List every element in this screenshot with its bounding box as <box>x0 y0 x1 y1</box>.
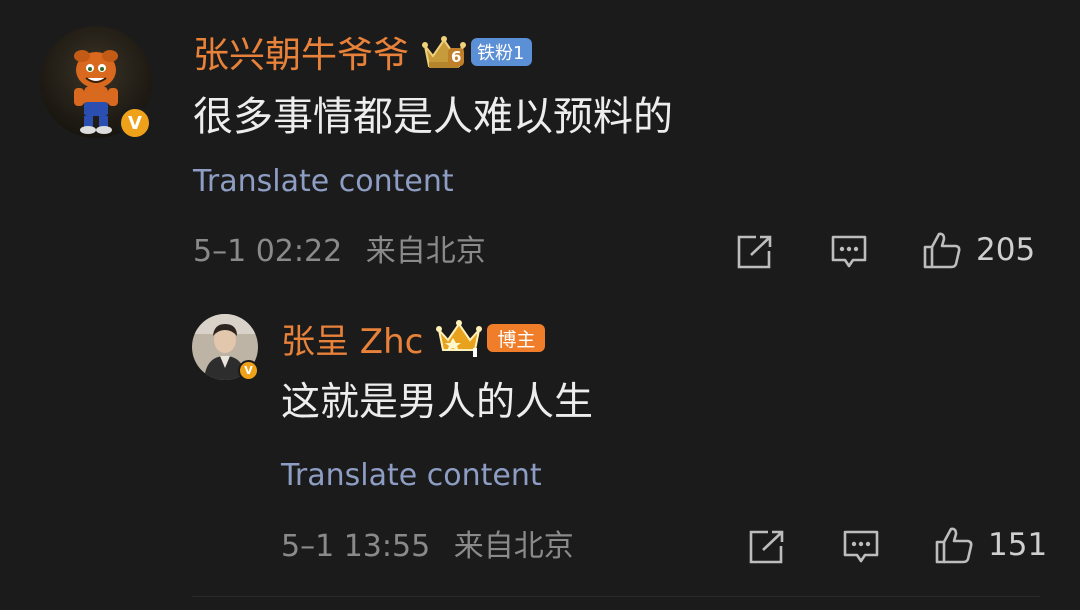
reply-share-button[interactable] <box>748 529 786 565</box>
reply-meta: 5–1 13:55 来自北京 <box>281 527 574 567</box>
reply-username[interactable]: 张呈 Zhc 博主 <box>281 314 546 363</box>
reply-text: 这就是男人的人生 <box>281 380 594 425</box>
verified-badge-icon: V <box>118 106 152 140</box>
like-icon <box>935 527 973 564</box>
like-count: 205 <box>976 232 1036 268</box>
reply-button[interactable] <box>830 234 868 270</box>
comment-meta: 5–1 02:22 来自北京 <box>193 232 486 272</box>
divider <box>192 596 1040 597</box>
share-icon <box>737 235 772 269</box>
fan-badge: 铁粉1 <box>471 38 533 66</box>
comment-icon <box>831 235 867 268</box>
like-icon <box>923 232 961 269</box>
translate-link[interactable]: Translate content <box>193 162 454 202</box>
location: 来自北京 <box>365 234 486 269</box>
reply-avatar[interactable]: V <box>192 314 259 381</box>
blogger-badge-text: 博主 <box>497 328 536 351</box>
reply-like-button[interactable]: 151 <box>934 525 1047 565</box>
fan-badge-text: 铁粉1 <box>477 43 525 64</box>
comment-icon <box>843 530 879 563</box>
reply-location: 来自北京 <box>453 529 574 564</box>
reply-verified-badge-icon: V <box>238 360 259 381</box>
reply-like-count: 151 <box>988 527 1048 563</box>
reply-timestamp: 5–1 13:55 <box>281 529 431 564</box>
blogger-badge: 博主 <box>487 324 546 352</box>
comment-text: 很多事情都是人难以预料的 <box>193 94 673 140</box>
reply-username-text[interactable]: 张呈 Zhc <box>281 314 423 363</box>
like-button[interactable]: 205 <box>922 230 1035 270</box>
fan-level-text: 6 <box>448 48 465 66</box>
fan-crown-icon: 6 <box>421 32 467 72</box>
username-text[interactable]: 张兴朝牛爷爷 <box>193 26 409 78</box>
reply-translate-link[interactable]: Translate content <box>281 456 542 496</box>
avatar[interactable]: V <box>40 26 152 140</box>
username[interactable]: 张兴朝牛爷爷 6 铁粉1 <box>193 26 533 78</box>
blogger-crown-icon <box>435 318 483 358</box>
timestamp: 5–1 02:22 <box>193 234 343 269</box>
share-icon <box>749 530 784 564</box>
share-button[interactable] <box>736 234 774 270</box>
reply-comment-button[interactable] <box>842 529 880 565</box>
